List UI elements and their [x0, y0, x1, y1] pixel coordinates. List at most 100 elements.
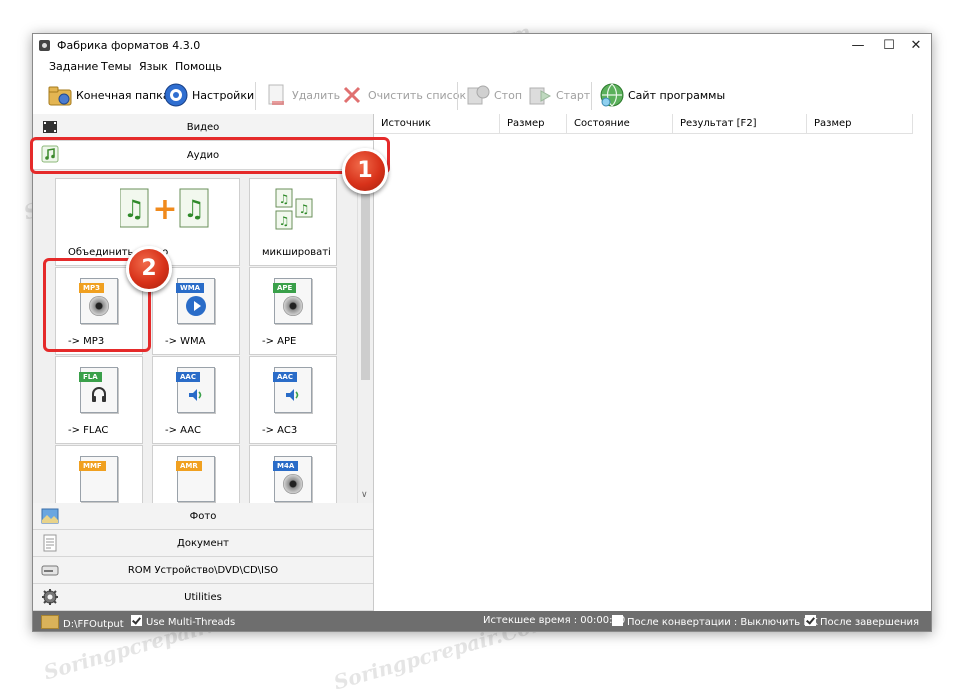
- delete-button[interactable]: Удалить: [263, 80, 340, 110]
- to-flac-tile[interactable]: FLA -> FLAC: [55, 356, 143, 444]
- tile-label: -> AC3: [262, 425, 298, 436]
- delete-label: Удалить: [292, 88, 341, 102]
- start-icon: [527, 82, 553, 108]
- output-folder-button[interactable]: Конечная папка: [47, 80, 170, 110]
- mix-audio-tile[interactable]: ♫ ♫ ♫ микшироваті: [249, 178, 337, 266]
- checkbox-icon[interactable]: [805, 615, 816, 626]
- start-button[interactable]: Старт: [527, 80, 590, 110]
- drive-icon: [41, 561, 59, 579]
- app-window: Фабрика форматов 4.3.0 — ☐ ✕ Задание Тем…: [32, 33, 932, 632]
- toolbar: Конечная папка Настройки Удалить Очистит…: [33, 76, 931, 114]
- column-state[interactable]: Состояние: [567, 114, 673, 134]
- stop-button[interactable]: Стоп: [465, 80, 522, 110]
- tile-label: -> FLAC: [68, 425, 109, 436]
- to-ac3-tile[interactable]: AAC -> AC3: [249, 356, 337, 444]
- step-badge-1: 1: [342, 148, 388, 194]
- tile-label: -> APE: [262, 336, 297, 347]
- file-list: Источник Размер Состояние Результат [F2]…: [374, 114, 931, 611]
- settings-icon: [163, 82, 189, 108]
- settings-label: Настройки: [192, 88, 255, 102]
- category-utilities[interactable]: Utilities: [33, 584, 373, 611]
- play-icon: [186, 296, 206, 316]
- app-icon: [39, 40, 50, 51]
- to-m4a-tile[interactable]: M4A: [249, 445, 337, 503]
- tile-label: -> AAC: [165, 425, 201, 436]
- window-title: Фабрика форматов 4.3.0: [57, 39, 201, 52]
- settings-button[interactable]: Настройки: [163, 80, 254, 110]
- disc-icon: [283, 474, 303, 494]
- column-result[interactable]: Результат [F2]: [673, 114, 807, 134]
- checkbox-icon[interactable]: [131, 615, 142, 626]
- output-path-text: D:\FFOutput: [63, 619, 124, 630]
- multithreads-checkbox[interactable]: Use Multi-Threads: [131, 615, 235, 628]
- m4a-file-icon: M4A: [273, 456, 312, 502]
- menu-task[interactable]: Задание: [49, 60, 98, 73]
- after-done-checkbox[interactable]: После завершения: [805, 615, 919, 628]
- output-folder-label: Конечная папка: [76, 88, 170, 102]
- category-video-label: Видео: [186, 121, 220, 133]
- ext-badge: AMR: [176, 461, 202, 471]
- photo-icon: [41, 507, 59, 525]
- category-photo[interactable]: Фото: [33, 503, 373, 530]
- headphones-icon: [90, 386, 108, 404]
- output-path[interactable]: D:\FFOutput: [41, 615, 124, 630]
- flac-file-icon: FLA: [79, 367, 118, 413]
- to-ape-tile[interactable]: APE -> APE: [249, 267, 337, 355]
- ext-badge: M4A: [273, 461, 299, 471]
- column-size[interactable]: Размер: [500, 114, 567, 134]
- menu-themes[interactable]: Темы: [101, 60, 131, 73]
- highlight-audio: [30, 137, 390, 174]
- speaker-icon: [187, 386, 205, 404]
- to-mmf-tile[interactable]: MMF: [55, 445, 143, 503]
- svg-text:♫: ♫: [279, 192, 290, 206]
- website-button[interactable]: Сайт программы: [599, 80, 725, 110]
- join-audio-icon: ♫ + ♫: [119, 187, 209, 231]
- ext-badge: FLA: [79, 372, 102, 382]
- toolbar-separator: [591, 82, 592, 110]
- category-rom[interactable]: ROM Устройство\DVD\CD\ISO: [33, 557, 373, 584]
- aac-file-icon: AAC: [176, 367, 215, 413]
- after-convert-checkbox[interactable]: После конвертации : Выключить ПК: [612, 615, 818, 628]
- menu-language[interactable]: Язык: [139, 60, 168, 73]
- svg-text:♫: ♫: [299, 202, 310, 216]
- tiles-scrollbar[interactable]: ∨: [357, 170, 373, 503]
- to-amr-tile[interactable]: AMR: [152, 445, 240, 503]
- category-rom-label: ROM Устройство\DVD\CD\ISO: [127, 564, 279, 576]
- toolbar-separator: [255, 82, 256, 110]
- tile-label: микшироваті: [262, 247, 331, 258]
- start-label: Старт: [556, 88, 591, 102]
- minimize-button[interactable]: —: [845, 36, 871, 56]
- after-convert-label: После конвертации : Выключить ПК: [627, 617, 818, 628]
- delete-icon: [263, 82, 289, 108]
- category-document[interactable]: Документ: [33, 530, 373, 557]
- globe-icon: [599, 82, 625, 108]
- wma-file-icon: WMA: [176, 278, 215, 324]
- website-label: Сайт программы: [628, 88, 726, 102]
- disc-icon: [283, 296, 303, 316]
- svg-text:♫: ♫: [123, 195, 145, 223]
- maximize-button[interactable]: ☐: [876, 36, 902, 56]
- menu-help[interactable]: Помощь: [175, 60, 222, 73]
- ape-file-icon: APE: [273, 278, 312, 324]
- gear-icon: [41, 588, 59, 606]
- to-aac-tile[interactable]: AAC -> AAC: [152, 356, 240, 444]
- checkbox-icon[interactable]: [612, 615, 623, 626]
- ac3-file-icon: AAC: [273, 367, 312, 413]
- column-source[interactable]: Источник: [374, 114, 500, 134]
- svg-text:+: +: [152, 192, 177, 227]
- mix-audio-icon: ♫ ♫ ♫: [272, 187, 316, 231]
- scroll-down-icon[interactable]: ∨: [361, 490, 368, 500]
- scroll-thumb[interactable]: [361, 180, 370, 380]
- multithreads-label: Use Multi-Threads: [146, 617, 236, 628]
- ext-badge: MMF: [79, 461, 106, 471]
- ext-badge: WMA: [176, 283, 205, 293]
- category-panel: Видео Аудио ♫ + ♫ Объединить аудио ♫ ♫ ♫ мик…: [33, 114, 374, 611]
- close-button[interactable]: ✕: [903, 36, 929, 56]
- amr-file-icon: AMR: [176, 456, 215, 502]
- column-output-size[interactable]: Размер: [807, 114, 913, 134]
- menu-bar: Задание Темы Язык Помощь: [33, 58, 931, 76]
- film-icon: [41, 118, 59, 136]
- category-document-label: Документ: [177, 537, 229, 549]
- clear-list-button[interactable]: Очистить список: [339, 80, 466, 110]
- folder-icon: [41, 615, 59, 629]
